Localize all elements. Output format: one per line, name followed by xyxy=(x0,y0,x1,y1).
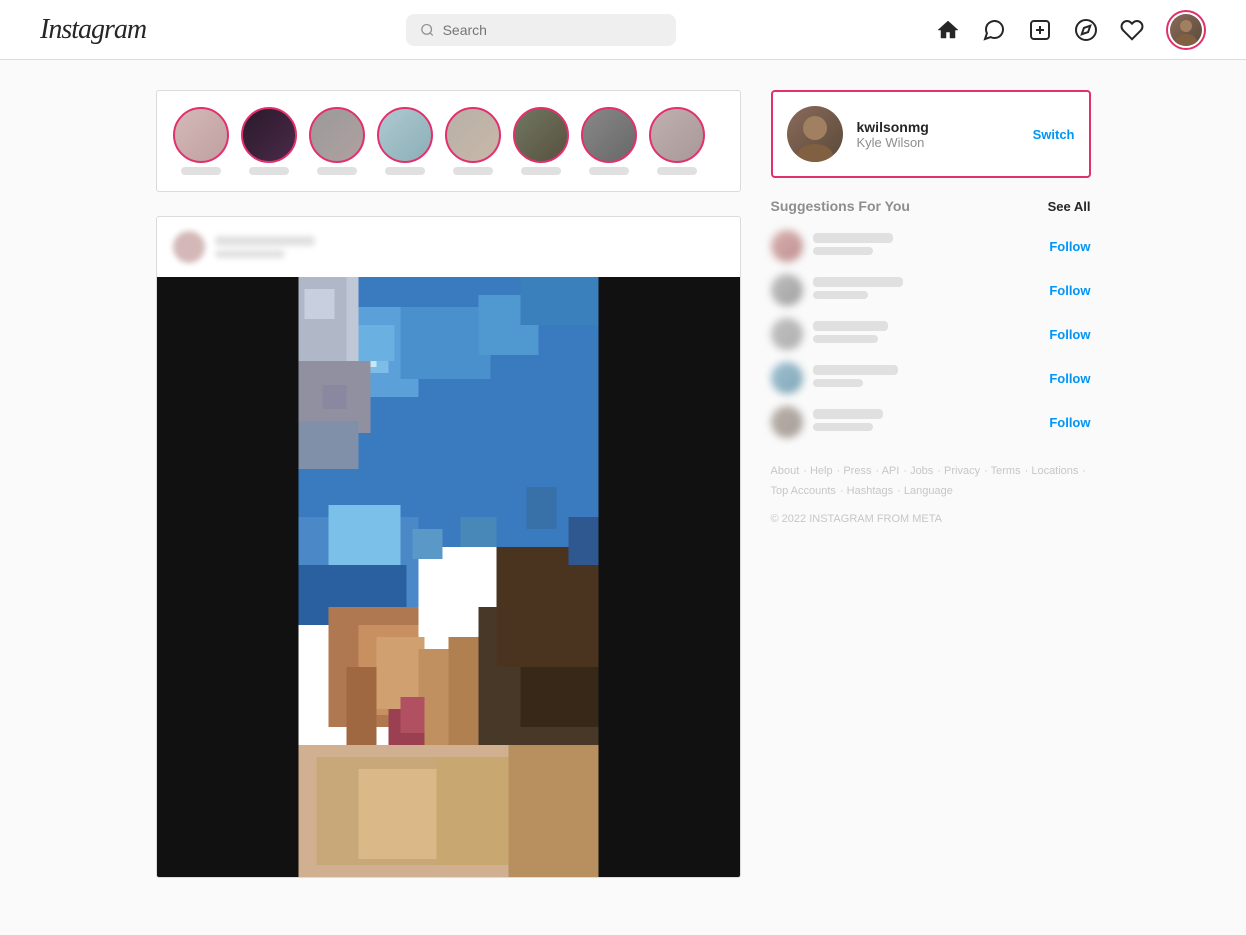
footer-link-locations[interactable]: Locations xyxy=(1031,465,1078,477)
sidebar-column: kwilsonmg Kyle Wilson Switch Suggestions… xyxy=(771,90,1091,878)
messenger-icon[interactable] xyxy=(982,18,1006,42)
story-item[interactable] xyxy=(173,107,229,175)
footer-link-hashtags[interactable]: Hashtags xyxy=(847,485,893,497)
footer-link-jobs[interactable]: Jobs xyxy=(910,465,933,477)
profile-avatar-nav[interactable] xyxy=(1166,10,1206,50)
post-header-info xyxy=(215,236,724,258)
navbar-icons xyxy=(936,10,1206,50)
footer-copyright: © 2022 INSTAGRAM FROM META xyxy=(771,510,1091,530)
suggestion-item-3: Follow xyxy=(771,318,1091,350)
suggestion-item-2: Follow xyxy=(771,274,1091,306)
post-container xyxy=(156,216,741,878)
suggestion-item-5: Follow xyxy=(771,406,1091,438)
footer-link-help[interactable]: Help xyxy=(810,465,833,477)
suggestion-avatar-2 xyxy=(771,274,803,306)
footer-link-row-1: About· Help· Press· API· Jobs· Privacy· … xyxy=(771,462,1091,482)
story-item[interactable] xyxy=(241,107,297,175)
story-item[interactable] xyxy=(309,107,365,175)
footer-link-press[interactable]: Press xyxy=(843,465,871,477)
footer-link-terms[interactable]: Terms xyxy=(991,465,1021,477)
profile-fullname: Kyle Wilson xyxy=(857,135,1019,150)
home-icon[interactable] xyxy=(936,18,960,42)
suggestion-info-5 xyxy=(813,409,1040,435)
feed-column xyxy=(156,90,741,878)
profile-card: kwilsonmg Kyle Wilson Switch xyxy=(771,90,1091,178)
suggestion-item-4: Follow xyxy=(771,362,1091,394)
search-icon xyxy=(420,22,435,38)
footer-link-about[interactable]: About xyxy=(771,465,800,477)
suggestion-item-1: Follow xyxy=(771,230,1091,262)
post-author-avatar xyxy=(173,231,205,263)
follow-button-3[interactable]: Follow xyxy=(1049,327,1090,342)
suggestion-avatar-4 xyxy=(771,362,803,394)
heart-icon[interactable] xyxy=(1120,18,1144,42)
footer-links: About· Help· Press· API· Jobs· Privacy· … xyxy=(771,462,1091,529)
stories-container xyxy=(156,90,741,192)
suggestion-info-2 xyxy=(813,277,1040,303)
footer-link-row-2: Top Accounts· Hashtags· Language xyxy=(771,482,1091,502)
see-all-button[interactable]: See All xyxy=(1048,199,1091,214)
footer-link-top-accounts[interactable]: Top Accounts xyxy=(771,485,836,497)
story-item[interactable] xyxy=(377,107,433,175)
suggestion-avatar-3 xyxy=(771,318,803,350)
post-header xyxy=(157,217,740,277)
profile-avatar xyxy=(787,106,843,162)
follow-button-2[interactable]: Follow xyxy=(1049,283,1090,298)
story-item[interactable] xyxy=(649,107,705,175)
footer-link-language[interactable]: Language xyxy=(904,485,953,497)
suggestion-info-3 xyxy=(813,321,1040,347)
suggestion-avatar-1 xyxy=(771,230,803,262)
story-item[interactable] xyxy=(445,107,501,175)
compass-icon[interactable] xyxy=(1074,18,1098,42)
search-input[interactable] xyxy=(443,22,662,38)
follow-button-5[interactable]: Follow xyxy=(1049,415,1090,430)
profile-username: kwilsonmg xyxy=(857,119,1019,135)
logo: Instagram xyxy=(40,14,146,46)
suggestions-title: Suggestions For You xyxy=(771,198,911,214)
suggestion-info-1 xyxy=(813,233,1040,259)
search-bar[interactable] xyxy=(406,14,676,46)
story-item[interactable] xyxy=(513,107,569,175)
switch-button[interactable]: Switch xyxy=(1033,127,1075,142)
follow-button-1[interactable]: Follow xyxy=(1049,239,1090,254)
footer-link-api[interactable]: API xyxy=(882,465,900,477)
add-icon[interactable] xyxy=(1028,18,1052,42)
main-layout: kwilsonmg Kyle Wilson Switch Suggestions… xyxy=(136,90,1111,878)
avatar-image xyxy=(1170,14,1202,46)
suggestion-avatar-5 xyxy=(771,406,803,438)
post-image xyxy=(157,277,740,877)
suggestion-info-4 xyxy=(813,365,1040,391)
suggestions-header: Suggestions For You See All xyxy=(771,198,1091,214)
profile-info: kwilsonmg Kyle Wilson xyxy=(857,119,1019,150)
follow-button-4[interactable]: Follow xyxy=(1049,371,1090,386)
footer-link-privacy[interactable]: Privacy xyxy=(944,465,980,477)
story-item[interactable] xyxy=(581,107,637,175)
navbar: Instagram xyxy=(0,0,1246,60)
